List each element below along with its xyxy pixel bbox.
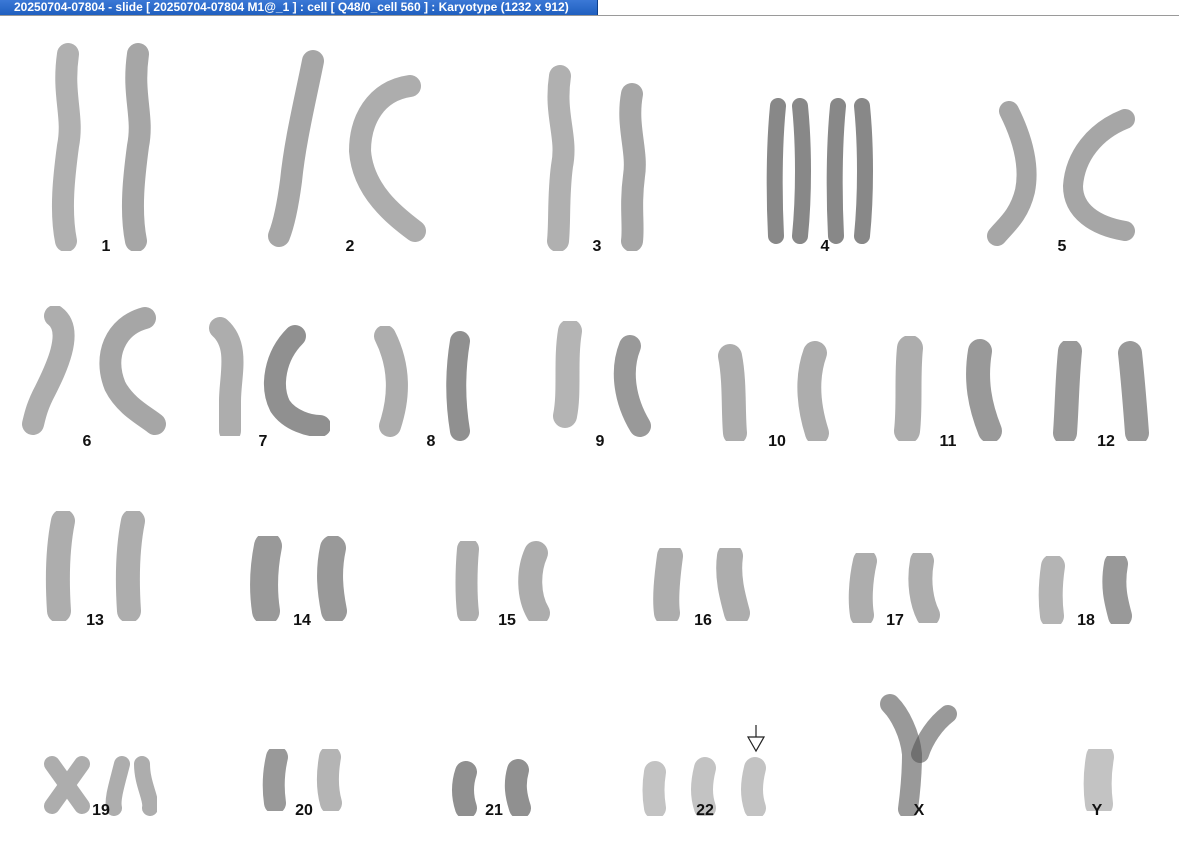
chromosome-7[interactable] <box>200 316 330 436</box>
chromosome-label-14: 14 <box>293 612 311 629</box>
chromosome-label-18: 18 <box>1077 612 1095 629</box>
window-title: 20250704-07804 - slide [ 20250704-07804 … <box>0 0 598 15</box>
chromosome-6[interactable] <box>15 306 170 436</box>
chromosome-13[interactable] <box>35 511 160 621</box>
chromosome-label-13: 13 <box>86 612 104 629</box>
chromosome-4[interactable] <box>760 86 890 251</box>
chromosome-label-x: X <box>913 802 925 819</box>
chromosome-1[interactable] <box>40 36 170 251</box>
chromosome-label-9: 9 <box>595 433 605 450</box>
chromosome-14[interactable] <box>238 536 368 621</box>
chromosome-label-22: 22 <box>696 802 714 819</box>
arrow-down-icon <box>746 725 766 753</box>
chromosome-2[interactable] <box>265 41 435 251</box>
chromosome-3[interactable] <box>530 56 670 251</box>
chromosome-label-7: 7 <box>258 433 268 450</box>
chromosome-label-3: 3 <box>592 238 602 255</box>
chromosome-label-8: 8 <box>426 433 436 450</box>
chromosome-label-6: 6 <box>82 433 92 450</box>
chromosome-15[interactable] <box>448 541 568 621</box>
chromosome-label-2: 2 <box>345 238 355 255</box>
chromosome-label-1: 1 <box>101 238 111 255</box>
chromosome-label-21: 21 <box>485 802 503 819</box>
chromosome-9[interactable] <box>535 321 665 441</box>
chromosome-8[interactable] <box>365 326 495 441</box>
chromosome-5[interactable] <box>985 101 1140 251</box>
chromosome-11[interactable] <box>885 336 1015 441</box>
chromosome-x[interactable] <box>880 694 960 816</box>
chromosome-label-11: 11 <box>939 433 957 450</box>
chromosome-label-10: 10 <box>768 433 786 450</box>
chromosome-label-5: 5 <box>1057 238 1067 255</box>
karyotype-panel: 1 2 3 4 5 6 7 8 9 10 11 12 13 14 15 16 1… <box>0 16 1179 844</box>
chromosome-label-12: 12 <box>1097 433 1115 450</box>
chromosome-label-17: 17 <box>886 612 904 629</box>
chromosome-16[interactable] <box>645 548 760 621</box>
chromosome-label-16: 16 <box>694 612 712 629</box>
chromosome-label-20: 20 <box>295 802 313 819</box>
chromosome-label-4: 4 <box>820 238 830 255</box>
chromosome-label-19: 19 <box>92 802 110 819</box>
chromosome-label-15: 15 <box>498 612 516 629</box>
chromosome-label-y: Y <box>1091 802 1103 819</box>
chromosome-10[interactable] <box>705 341 850 441</box>
chromosome-12[interactable] <box>1045 341 1165 441</box>
